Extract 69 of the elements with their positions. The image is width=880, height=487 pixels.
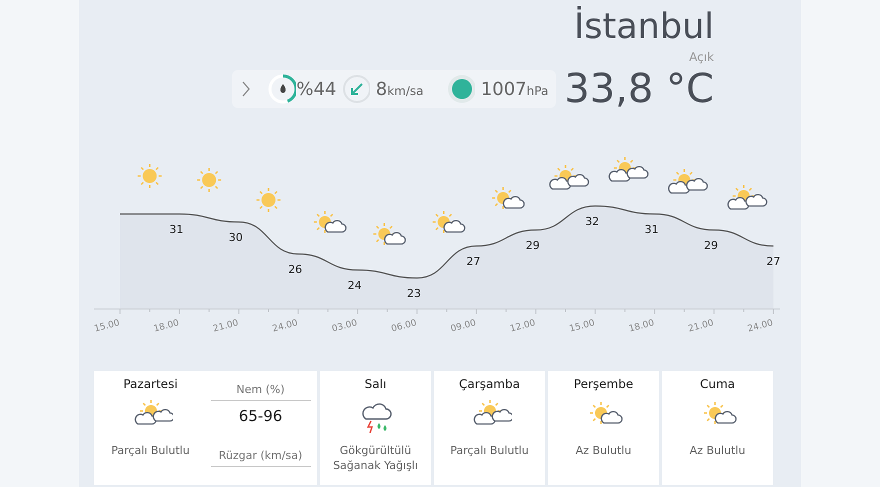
chevron-icon[interactable] — [240, 80, 252, 98]
sun-icon — [256, 188, 280, 212]
temperature-label: 24 — [348, 279, 362, 292]
forecast-summary: Parçalı Bulutlu — [111, 443, 190, 458]
detail-value: 65-96 — [238, 406, 282, 427]
temperature-label: 31 — [169, 223, 184, 236]
sun-cloud-icon — [704, 402, 736, 424]
day-name: Salı — [364, 377, 386, 391]
weather-condition: Açık — [689, 50, 714, 64]
temperature-label: 31 — [644, 223, 659, 236]
day-card[interactable]: Çarşamba Parçalı Bulutlu — [434, 371, 545, 485]
sun-cloud-icon — [492, 187, 525, 209]
axis-label: 21.00 — [212, 318, 240, 334]
sun-cloud-icon — [432, 211, 466, 233]
axis-label: 24.00 — [746, 318, 774, 334]
day-card[interactable]: Salı Gökgürültülü Sağanak Yağışlı — [320, 371, 431, 485]
humidity-ring — [267, 73, 296, 105]
temperature-label: 30 — [228, 231, 243, 244]
storm-icon — [362, 403, 392, 433]
day-name: Perşembe — [574, 377, 634, 391]
city-name: İstanbul — [574, 6, 714, 48]
pressure-value: 1007 — [480, 78, 527, 100]
forecast-summary: Gökgürültülü Sağanak Yağışlı — [332, 443, 419, 473]
forecast-summary: Parçalı Bulutlu — [450, 443, 529, 458]
detail-label: Rüzgar (km/sa) — [210, 443, 310, 467]
sun-clouds-icon — [473, 400, 512, 425]
sun-cloud-icon — [314, 211, 347, 233]
day-name: Cuma — [700, 377, 736, 391]
axis-label: 15.00 — [568, 318, 596, 334]
temperature-label: 26 — [288, 263, 302, 276]
humidity-value: %44 — [296, 78, 336, 100]
day-name: Çarşamba — [459, 377, 520, 391]
axis-label: 09.00 — [450, 318, 478, 334]
day-card[interactable]: Cuma Az Bulutlu — [662, 371, 773, 485]
sun-clouds-icon — [727, 185, 768, 210]
axis-label: 18.00 — [628, 318, 656, 334]
axis-label: 21.00 — [687, 318, 715, 334]
wind-speed: 8 — [376, 78, 388, 100]
sun-icon — [138, 164, 162, 188]
detail-label: Nem (%) — [210, 377, 310, 401]
axis-label: 15.00 — [94, 318, 121, 334]
current-temperature: 33,8 °C — [564, 66, 714, 112]
forecast-summary: Az Bulutlu — [576, 443, 632, 458]
sun-clouds-icon — [608, 157, 649, 182]
pressure-unit: hPa — [526, 84, 548, 98]
sun-clouds-icon — [134, 400, 172, 425]
axis-label: 24.00 — [272, 318, 299, 334]
temperature-label: 29 — [526, 239, 540, 252]
axis-label: 18.00 — [152, 318, 180, 334]
day-card[interactable]: Pazartesi Parçalı Bulutlu Nem (%) 65-96 Rüzgar (km/sa) — [94, 371, 317, 485]
sun-cloud-icon — [590, 402, 622, 424]
sun-clouds-icon — [668, 169, 708, 194]
temperature-label: 23 — [407, 287, 421, 300]
forecast-summary: Az Bulutlu — [690, 443, 746, 458]
temperature-label: 27 — [766, 255, 780, 268]
day-card[interactable]: Perşembe Az Bulutlu — [548, 371, 659, 485]
sun-cloud-icon — [373, 223, 406, 245]
wind-direction-icon — [342, 74, 370, 104]
sun-icon — [197, 168, 222, 192]
axis-label: 12.00 — [509, 318, 537, 334]
sun-clouds-icon — [549, 165, 590, 190]
temperature-label: 29 — [704, 239, 718, 252]
pressure-icon — [447, 74, 475, 104]
day-name: Pazartesi — [123, 377, 178, 391]
temperature-label: 27 — [466, 255, 480, 268]
wind-unit: km/sa — [387, 84, 424, 98]
axis-label: 06.00 — [390, 318, 418, 334]
axis-label: 03.00 — [330, 318, 358, 334]
temperature-label: 32 — [585, 215, 600, 228]
